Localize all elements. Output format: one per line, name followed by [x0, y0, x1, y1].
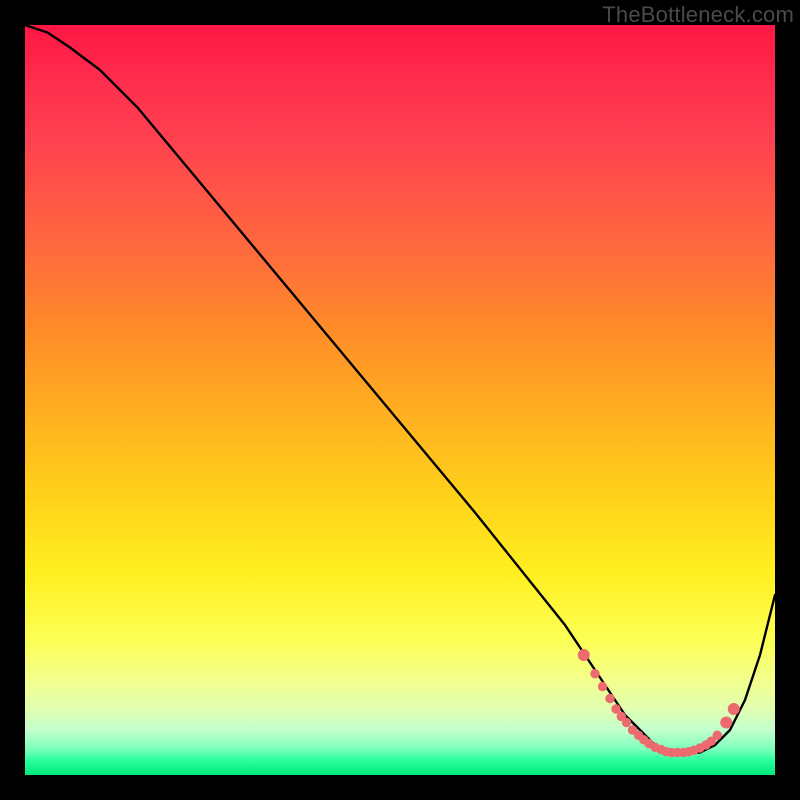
curve-layer	[25, 25, 775, 775]
sweet-spot-dot	[713, 731, 721, 739]
watermark-text: TheBottleneck.com	[602, 2, 794, 28]
sweet-spot-dot	[591, 670, 599, 678]
bottleneck-curve	[25, 25, 775, 753]
gradient-plot-area	[25, 25, 775, 775]
sweet-spot-dot	[728, 704, 739, 715]
sweet-spot-dot	[606, 694, 614, 702]
sweet-spot-dot	[598, 682, 606, 690]
chart-frame: TheBottleneck.com	[0, 0, 800, 800]
sweet-spot-dot	[622, 718, 630, 726]
sweet-spot-dot	[612, 705, 620, 713]
sweet-spot-dots	[578, 650, 739, 757]
sweet-spot-dot	[578, 650, 589, 661]
sweet-spot-dot	[721, 717, 732, 728]
